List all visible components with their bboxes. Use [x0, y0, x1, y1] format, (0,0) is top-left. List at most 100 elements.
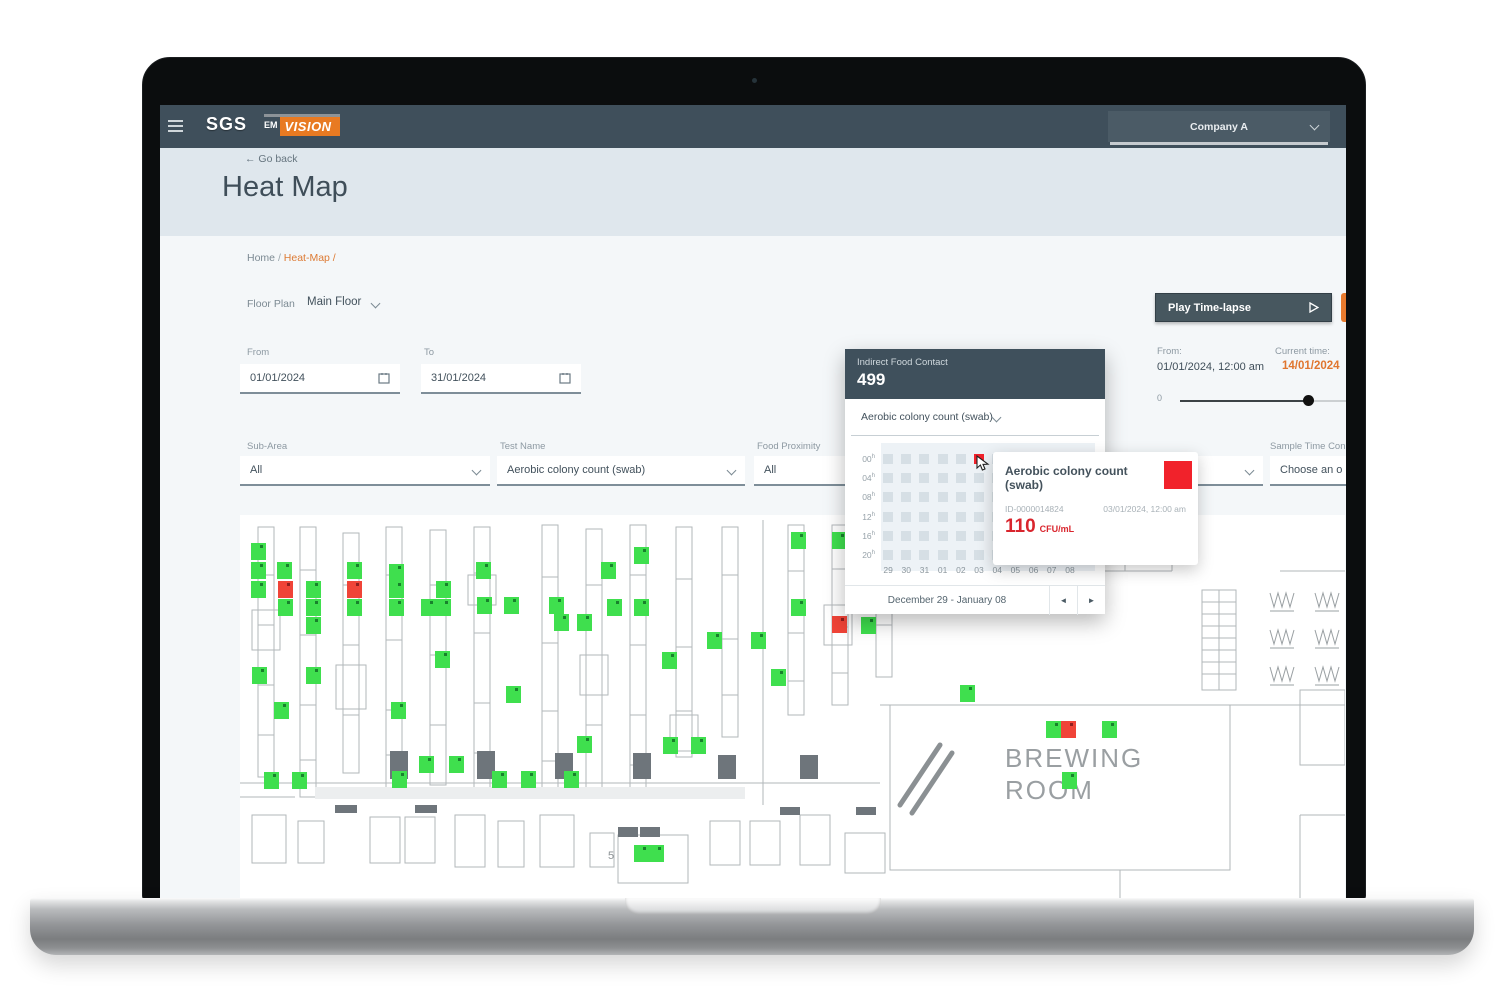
- sample-marker-green[interactable]: [707, 632, 722, 649]
- sample-marker-green[interactable]: [634, 547, 649, 564]
- heatmap-cell[interactable]: [938, 454, 948, 464]
- sample-marker-green[interactable]: [436, 581, 451, 598]
- sample-marker-green[interactable]: [347, 562, 362, 579]
- heatmap-cell[interactable]: [974, 531, 984, 541]
- sample-marker-green[interactable]: [347, 599, 362, 616]
- sample-marker-green[interactable]: [278, 599, 293, 616]
- sample-marker-green[interactable]: [492, 771, 507, 788]
- heatmap-cell[interactable]: [956, 550, 966, 560]
- heatmap-cell[interactable]: [938, 512, 948, 522]
- sample-time-dropdown[interactable]: Choose an o: [1270, 456, 1346, 486]
- heatmap-cell[interactable]: [901, 531, 911, 541]
- sample-marker-green[interactable]: [1102, 721, 1117, 738]
- sample-marker-green[interactable]: [577, 614, 592, 631]
- sample-marker-green[interactable]: [389, 581, 404, 598]
- heatmap-cell[interactable]: [974, 492, 984, 502]
- sample-marker-green[interactable]: [663, 737, 678, 754]
- timeline-slider-thumb[interactable]: [1303, 395, 1314, 406]
- sample-marker-red[interactable]: [832, 616, 847, 633]
- heatmap-cell[interactable]: [919, 550, 929, 560]
- floor-plan-dropdown[interactable]: Main Floor: [307, 296, 361, 308]
- sample-marker-green[interactable]: [861, 617, 876, 634]
- heatmap-cell[interactable]: [938, 473, 948, 483]
- company-selector[interactable]: Company A: [1108, 111, 1330, 142]
- sample-marker-green[interactable]: [251, 581, 266, 598]
- heatmap-cell[interactable]: [956, 492, 966, 502]
- heatmap-cell[interactable]: [974, 512, 984, 522]
- prev-week-button[interactable]: ◄: [1049, 586, 1077, 615]
- sample-marker-green[interactable]: [306, 667, 321, 684]
- heatmap-cell[interactable]: [956, 473, 966, 483]
- sample-marker-green[interactable]: [389, 599, 404, 616]
- sample-marker-green[interactable]: [564, 771, 579, 788]
- sample-marker-green[interactable]: [292, 772, 307, 789]
- play-timelapse-button[interactable]: Play Time-lapse: [1155, 293, 1332, 322]
- sample-marker-green[interactable]: [251, 543, 266, 560]
- popup-test-dropdown[interactable]: Aerobic colony count (swab): [851, 399, 1099, 436]
- from-date-input[interactable]: 01/01/2024: [240, 364, 400, 394]
- sample-marker-green[interactable]: [577, 736, 592, 753]
- heatmap-cell[interactable]: [883, 473, 893, 483]
- heatmap-cell[interactable]: [883, 512, 893, 522]
- sample-marker-green[interactable]: [960, 685, 975, 702]
- sample-marker-green[interactable]: [476, 562, 491, 579]
- sample-marker-green[interactable]: [306, 599, 321, 616]
- breadcrumb-current[interactable]: Heat-Map /: [284, 252, 336, 264]
- heatmap-cell[interactable]: [901, 550, 911, 560]
- sample-marker-green[interactable]: [634, 845, 649, 862]
- heatmap-cell[interactable]: [956, 512, 966, 522]
- sample-marker-green[interactable]: [306, 581, 321, 598]
- sample-marker-green[interactable]: [449, 756, 464, 773]
- sample-marker-green[interactable]: [477, 597, 492, 614]
- heatmap-cell[interactable]: [974, 550, 984, 560]
- heatmap-cell[interactable]: [901, 492, 911, 502]
- sample-marker-green[interactable]: [649, 845, 664, 862]
- heatmap-cell[interactable]: [919, 531, 929, 541]
- heatmap-cell[interactable]: [919, 492, 929, 502]
- sample-marker-green[interactable]: [389, 564, 404, 581]
- hamburger-menu-icon[interactable]: [168, 120, 183, 132]
- heatmap-cell[interactable]: [883, 454, 893, 464]
- to-date-input[interactable]: 31/01/2024: [421, 364, 581, 394]
- timeline-slider-track[interactable]: [1180, 400, 1313, 402]
- sample-marker-green[interactable]: [274, 702, 289, 719]
- heatmap-cell[interactable]: [901, 512, 911, 522]
- sample-marker-green[interactable]: [506, 686, 521, 703]
- sample-marker-green[interactable]: [634, 599, 649, 616]
- sample-marker-green[interactable]: [419, 756, 434, 773]
- heatmap-cell[interactable]: [883, 531, 893, 541]
- breadcrumb-home[interactable]: Home: [247, 252, 275, 264]
- sample-marker-green[interactable]: [691, 737, 706, 754]
- sample-marker-red[interactable]: [1061, 721, 1076, 738]
- timeline-slider-track-rest[interactable]: [1313, 400, 1346, 402]
- sample-marker-green[interactable]: [306, 617, 321, 634]
- heatmap-cell[interactable]: [938, 531, 948, 541]
- heatmap-cell[interactable]: [901, 473, 911, 483]
- sample-marker-green[interactable]: [771, 669, 786, 686]
- heatmap-cell[interactable]: [919, 512, 929, 522]
- sample-marker-green[interactable]: [662, 652, 677, 669]
- sub-area-dropdown[interactable]: All: [240, 456, 490, 486]
- go-back-link[interactable]: ← Go back: [245, 153, 298, 165]
- heatmap-cell[interactable]: [919, 473, 929, 483]
- sample-marker-green[interactable]: [504, 597, 519, 614]
- sample-marker-green[interactable]: [549, 597, 564, 614]
- sample-marker-green[interactable]: [264, 772, 279, 789]
- sample-marker-green[interactable]: [391, 702, 406, 719]
- sample-marker-green[interactable]: [791, 599, 806, 616]
- sample-marker-green[interactable]: [554, 614, 569, 631]
- heatmap-cell[interactable]: [938, 492, 948, 502]
- next-week-button[interactable]: ►: [1077, 586, 1105, 615]
- sample-marker-green[interactable]: [421, 599, 436, 616]
- sample-marker-green[interactable]: [601, 562, 616, 579]
- heatmap-cell[interactable]: [883, 550, 893, 560]
- heatmap-cell[interactable]: [919, 454, 929, 464]
- sample-marker-green[interactable]: [392, 771, 407, 788]
- heatmap-cell[interactable]: [974, 473, 984, 483]
- sample-marker-green[interactable]: [252, 667, 267, 684]
- sample-marker-green[interactable]: [277, 562, 292, 579]
- sample-marker-green[interactable]: [1062, 772, 1077, 789]
- sample-marker-green[interactable]: [521, 771, 536, 788]
- sample-marker-green[interactable]: [436, 599, 451, 616]
- sample-marker-green[interactable]: [251, 562, 266, 579]
